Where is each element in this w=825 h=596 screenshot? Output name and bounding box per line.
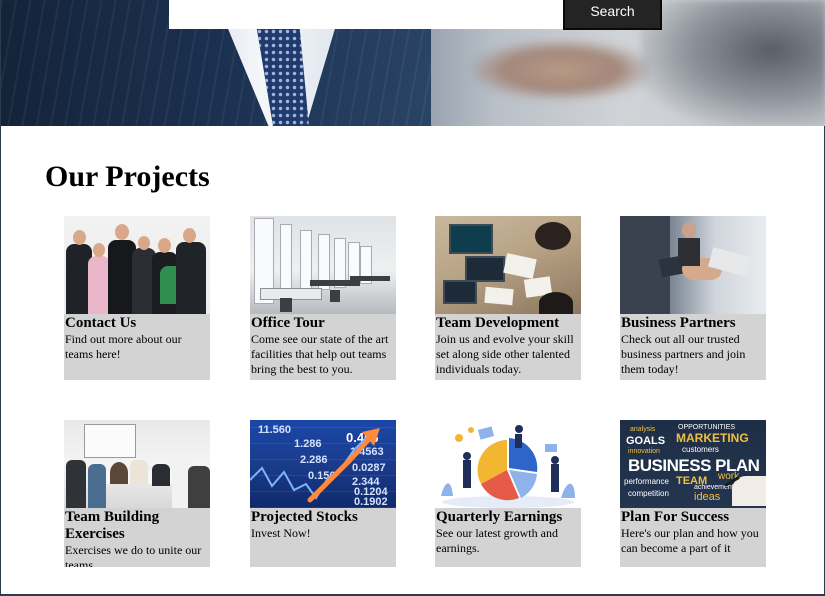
search-input[interactable] bbox=[169, 0, 563, 29]
hero-banner: Search bbox=[1, 0, 825, 126]
card-title: Quarterly Earnings bbox=[436, 509, 563, 525]
section-title: Our Projects bbox=[45, 160, 210, 193]
project-card-quarterly-earnings[interactable]: Quarterly Earnings See our latest growth… bbox=[435, 420, 581, 567]
handshake-photo-icon bbox=[620, 216, 766, 314]
card-text: See our latest growth and earnings. bbox=[436, 526, 558, 555]
stock-chart-photo-icon: 11.560 1.286 2.286 0.156 0.1204 0.1902 1… bbox=[250, 420, 396, 508]
card-text: Check out all our trusted business partn… bbox=[621, 332, 746, 376]
business-plan-photo-icon: analysis OPPORTUNITIES GOALS MARKETING i… bbox=[620, 420, 766, 508]
project-card-projected-stocks[interactable]: 11.560 1.286 2.286 0.156 0.1204 0.1902 1… bbox=[250, 420, 396, 567]
card-title: Plan For Success bbox=[621, 509, 730, 525]
card-text: Find out more about our teams here! bbox=[65, 332, 182, 361]
search-button[interactable]: Search bbox=[563, 0, 662, 30]
project-card-plan-for-success[interactable]: analysis OPPORTUNITIES GOALS MARKETING i… bbox=[620, 420, 766, 567]
hero-background-graphic bbox=[641, 0, 825, 126]
project-card-business-partners[interactable]: Business Partners Check out all our trus… bbox=[620, 216, 766, 380]
card-title: Office Tour bbox=[251, 315, 325, 331]
card-title: Contact Us bbox=[65, 315, 137, 331]
project-card-contact-us[interactable]: Contact Us Find out more about our teams… bbox=[64, 216, 210, 380]
card-title: Projected Stocks bbox=[251, 509, 358, 525]
card-title: Team Development bbox=[436, 315, 560, 331]
project-card-office-tour[interactable]: Office Tour Come see our state of the ar… bbox=[250, 216, 396, 380]
card-title: Business Partners bbox=[621, 315, 736, 331]
office-interior-photo-icon bbox=[250, 216, 396, 314]
business-team-photo-icon bbox=[64, 216, 210, 314]
card-text: Invest Now! bbox=[251, 526, 311, 540]
card-title: Team Building Exercises bbox=[65, 509, 160, 542]
team-collaboration-photo-icon bbox=[435, 216, 581, 314]
card-text: Exercises we do to unite our teams. bbox=[65, 543, 202, 567]
hero-hands-graphic bbox=[471, 40, 651, 100]
project-card-team-development[interactable]: Team Development Join us and evolve your… bbox=[435, 216, 581, 380]
earnings-illustration-icon bbox=[435, 420, 581, 508]
card-text: Here's our plan and how you can become a… bbox=[621, 526, 759, 555]
meeting-room-photo-icon bbox=[64, 420, 210, 508]
search-button-label: Search bbox=[590, 2, 635, 19]
card-text: Come see our state of the art facilities… bbox=[251, 332, 389, 376]
project-card-team-building[interactable]: Team Building Exercises Exercises we do … bbox=[64, 420, 210, 567]
card-text: Join us and evolve your skill set along … bbox=[436, 332, 574, 376]
